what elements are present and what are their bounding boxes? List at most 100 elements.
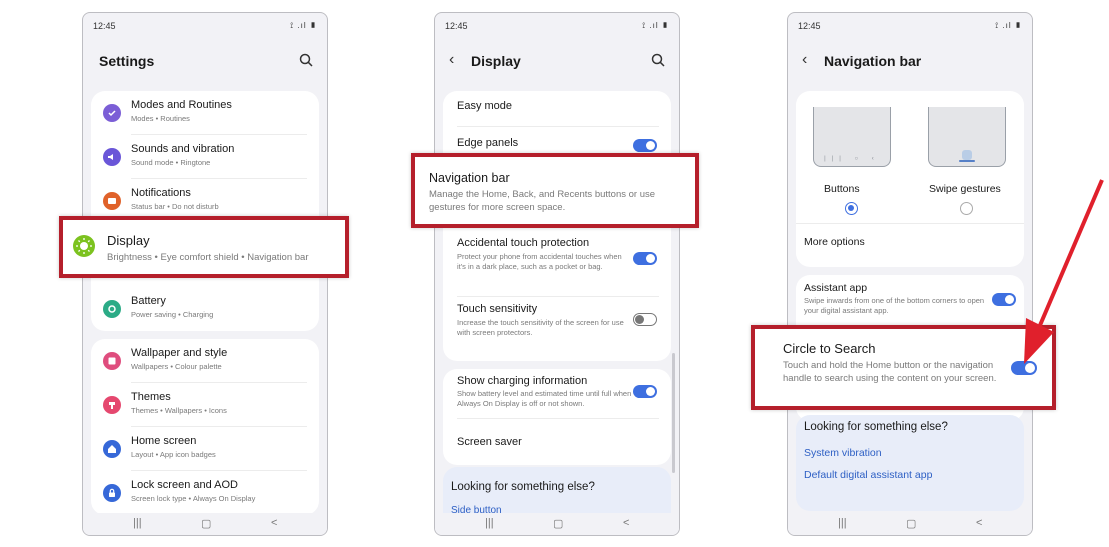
item-title: Easy mode <box>457 100 513 112</box>
back-button[interactable]: < <box>976 517 982 529</box>
battery-icon <box>103 300 121 318</box>
search-icon[interactable] <box>299 53 313 67</box>
item-sub: Sound mode • Ringtone <box>131 158 211 167</box>
screen-saver-item[interactable]: Screen saver <box>443 419 671 465</box>
red-arrow-icon <box>1024 179 1104 364</box>
assistant-app-item[interactable]: Assistant app Swipe inwards from one of … <box>796 275 1024 329</box>
item-title: Wallpaper and style <box>131 347 228 359</box>
item-title: Edge panels <box>457 137 519 149</box>
status-bar: 12:45 ⟟ .ıl ▮ <box>93 21 317 33</box>
buttons-label: Buttons <box>824 183 860 195</box>
modes-icon <box>103 104 121 122</box>
edge-panels-toggle[interactable] <box>633 139 657 152</box>
status-icons: ⟟ .ıl ▮ <box>290 21 317 30</box>
cts-sub: Touch and hold the Home button or the na… <box>783 360 997 384</box>
home-button[interactable]: ▢ <box>553 517 563 530</box>
system-nav-bar: ||| ▢ < <box>83 513 327 535</box>
item-sub: Layout • App icon badges <box>131 450 216 459</box>
swipe-radio[interactable] <box>960 202 973 215</box>
app-bar: Settings <box>83 51 327 73</box>
back-button[interactable]: < <box>271 517 277 529</box>
cts-title: Circle to Search <box>783 341 876 356</box>
home-button[interactable]: ▢ <box>201 517 211 530</box>
recents-button[interactable]: ||| <box>133 517 142 529</box>
default-assistant-link[interactable]: Default digital assistant app <box>804 469 932 481</box>
nav-bar-title: Navigation bar <box>429 171 510 185</box>
item-sub: Modes • Routines <box>131 114 190 123</box>
display-sub: Brightness • Eye comfort shield • Naviga… <box>107 252 309 263</box>
looking-for-title: Looking for something else? <box>804 421 948 433</box>
speaker-icon <box>103 148 121 166</box>
buttons-radio[interactable] <box>845 202 858 215</box>
home-icon <box>103 440 121 458</box>
easy-mode-item[interactable]: Easy mode <box>443 91 671 127</box>
display-settings-group-2: Show charging information Show battery l… <box>443 369 671 465</box>
nav-type-card: ||| ○ ‹ Buttons Swipe gestures More opti… <box>796 91 1024 267</box>
more-options-item[interactable]: More options <box>796 223 1024 267</box>
app-bar: ‹ Navigation bar <box>788 51 1032 73</box>
accidental-touch-item[interactable]: Accidental touch protection Protect your… <box>443 233 671 297</box>
status-time: 12:45 <box>93 21 116 31</box>
nav-bar-sub: Manage the Home, Back, and Recents butto… <box>429 189 656 213</box>
buttons-preview[interactable]: ||| ○ ‹ <box>813 107 891 167</box>
system-vibration-link[interactable]: System vibration <box>804 447 882 459</box>
item-sub: Show battery level and estimated time un… <box>457 389 632 408</box>
item-sub: Status bar • Do not disturb <box>131 202 219 211</box>
settings-item-lock-screen[interactable]: Lock screen and AOD Screen lock type • A… <box>91 471 319 515</box>
app-bar: ‹ Display <box>435 51 679 73</box>
lock-icon <box>103 484 121 502</box>
item-title: Home screen <box>131 435 197 447</box>
more-options-label: More options <box>804 236 865 248</box>
page-title: Settings <box>99 53 155 69</box>
item-title: Show charging information <box>457 375 588 387</box>
page-title: Navigation bar <box>824 53 922 69</box>
item-title: Notifications <box>131 187 191 199</box>
search-icon[interactable] <box>651 53 665 67</box>
page-title: Display <box>471 53 521 69</box>
status-icons: ⟟ .ıl ▮ <box>995 21 1022 30</box>
item-title: Sounds and vibration <box>131 143 235 155</box>
navigation-bar-item-highlight[interactable]: Navigation bar Manage the Home, Back, an… <box>411 153 699 228</box>
settings-item-modes[interactable]: Modes and Routines Modes • Routines <box>91 91 319 135</box>
item-title: Themes <box>131 391 171 403</box>
display-item-highlight[interactable]: Display Brightness • Eye comfort shield … <box>59 216 349 278</box>
back-arrow-icon[interactable]: ‹ <box>802 51 807 69</box>
looking-for-title: Looking for something else? <box>451 481 595 493</box>
home-button[interactable]: ▢ <box>906 517 916 530</box>
charging-info-toggle[interactable] <box>633 385 657 398</box>
item-sub: Themes • Wallpapers • Icons <box>131 406 227 415</box>
status-time: 12:45 <box>445 21 468 31</box>
settings-item-home-screen[interactable]: Home screen Layout • App icon badges <box>91 427 319 471</box>
accidental-touch-toggle[interactable] <box>633 252 657 265</box>
settings-item-battery[interactable]: Battery Power saving • Charging <box>91 287 319 331</box>
swipe-label: Swipe gestures <box>929 183 1001 195</box>
settings-group-2: Wallpaper and style Wallpapers • Colour … <box>91 339 319 515</box>
status-time: 12:45 <box>798 21 821 31</box>
status-bar: 12:45 ⟟ .ıl ▮ <box>798 21 1022 33</box>
item-sub: Protect your phone from accidental touch… <box>457 252 622 271</box>
item-sub: Power saving • Charging <box>131 310 214 319</box>
item-title: Lock screen and AOD <box>131 479 239 491</box>
touch-sensitivity-item[interactable]: Touch sensitivity Increase the touch sen… <box>443 297 671 361</box>
back-button[interactable]: < <box>623 517 629 529</box>
swipe-gestures-preview[interactable] <box>928 107 1006 167</box>
recents-button[interactable]: ||| <box>485 517 494 529</box>
system-nav-bar: ||| ▢ < <box>788 513 1032 535</box>
item-sub: Swipe inwards from one of the bottom cor… <box>804 296 985 315</box>
phone-navigation-bar: 12:45 ⟟ .ıl ▮ ‹ Navigation bar ||| ○ ‹ B… <box>787 12 1033 536</box>
item-title: Assistant app <box>804 282 868 294</box>
wallpaper-icon <box>103 352 121 370</box>
scrollbar[interactable] <box>672 353 675 473</box>
item-title: Battery <box>131 295 166 307</box>
charging-info-item[interactable]: Show charging information Show battery l… <box>443 369 671 419</box>
settings-item-themes[interactable]: Themes Themes • Wallpapers • Icons <box>91 383 319 427</box>
settings-item-wallpaper[interactable]: Wallpaper and style Wallpapers • Colour … <box>91 339 319 383</box>
touch-sensitivity-toggle[interactable] <box>633 313 657 326</box>
settings-group-1: Modes and Routines Modes • Routines Soun… <box>91 91 319 331</box>
looking-for-card: Looking for something else? System vibra… <box>796 415 1024 511</box>
settings-item-sounds[interactable]: Sounds and vibration Sound mode • Ringto… <box>91 135 319 179</box>
themes-icon <box>103 396 121 414</box>
back-arrow-icon[interactable]: ‹ <box>449 51 454 69</box>
recents-button[interactable]: ||| <box>838 517 847 529</box>
item-sub: Screen lock type • Always On Display <box>131 494 256 503</box>
